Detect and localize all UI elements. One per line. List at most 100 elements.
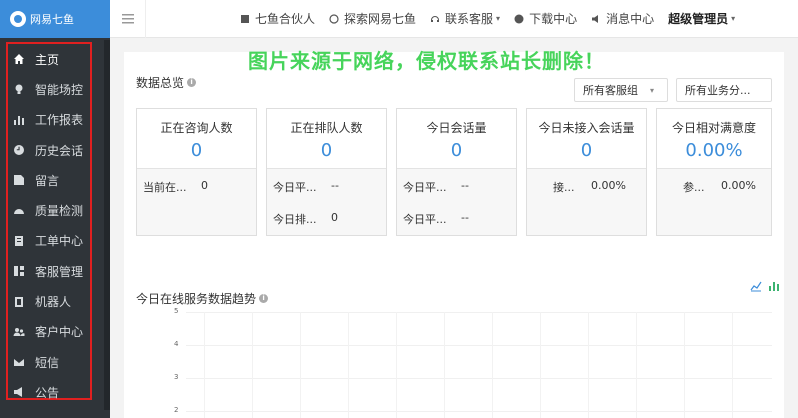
stat-card-title: 今日未接入会话量 bbox=[538, 121, 635, 135]
line-chart-icon[interactable] bbox=[750, 280, 762, 292]
download-link[interactable]: 下载中心 bbox=[514, 10, 577, 27]
vertical-grid-line bbox=[444, 312, 445, 418]
sidebar-item-tickets[interactable]: 工单中心 bbox=[8, 226, 90, 256]
sidebar-item-label: 公告 bbox=[35, 385, 60, 400]
info-icon[interactable]: i bbox=[187, 78, 197, 87]
chevron-down-icon: ▾ bbox=[650, 85, 655, 95]
business-select[interactable]: 所有业务分... bbox=[676, 78, 772, 102]
vertical-grid-line bbox=[252, 312, 253, 418]
stat-card-body: 当前在... 0 bbox=[137, 169, 256, 235]
vertical-grid-line bbox=[204, 312, 205, 418]
stat-card-title: 正在排队人数 bbox=[290, 121, 363, 135]
main-content: 数据总览 i 所有客服组 ▾ 所有业务分... 正在咨询人数 0 当前在... … bbox=[110, 38, 798, 418]
contact-dropdown[interactable]: 联系客服 ▾ bbox=[430, 10, 500, 27]
sidebar-item-robot[interactable]: 机器人 bbox=[8, 286, 90, 316]
sidebar-item-reports[interactable]: 工作报表 bbox=[8, 105, 90, 135]
stat-card-value: 0 bbox=[580, 140, 593, 161]
stat-card-title: 今日相对满意度 bbox=[671, 121, 756, 135]
bar-chart-icon bbox=[13, 114, 25, 126]
group-select[interactable]: 所有客服组 ▾ bbox=[574, 78, 668, 102]
admin-dropdown[interactable]: 超级管理员 ▾ bbox=[668, 10, 735, 27]
sidebar-item-label: 工单中心 bbox=[35, 234, 84, 249]
stat-card: 正在排队人数 0 今日平... -- 今日排... 0 bbox=[266, 108, 387, 236]
info-icon[interactable]: i bbox=[259, 294, 269, 303]
sidebar-item-customers[interactable]: 客户中心 bbox=[8, 317, 90, 347]
lightbulb-icon bbox=[13, 83, 25, 95]
stat-row-label: 今日平... bbox=[403, 181, 447, 194]
messages-link[interactable]: 消息中心 bbox=[591, 10, 654, 27]
watermark: 图片来源于网络，侵权联系站长删除！ bbox=[248, 49, 605, 73]
clock-icon bbox=[13, 144, 25, 156]
stat-card-value: 0 bbox=[450, 140, 463, 161]
sidebar-menu: 主页 智能场控 工作报表 历史会话 留言 质量检测 工单中心 客服管理 机器人 … bbox=[6, 42, 92, 400]
sidebar-item-home[interactable]: 主页 bbox=[8, 44, 90, 74]
sidebar-item-staff[interactable]: 客服管理 bbox=[8, 256, 90, 286]
explore-label: 探索网易七鱼 bbox=[344, 12, 417, 26]
sidebar-item-label: 客户中心 bbox=[35, 325, 84, 340]
overview-panel: 数据总览 i 所有客服组 ▾ 所有业务分... 正在咨询人数 0 当前在... … bbox=[124, 52, 784, 418]
stat-row-label: 参... bbox=[683, 181, 705, 194]
stat-card: 今日相对满意度 0.00% 参... 0.00% bbox=[656, 108, 772, 236]
sidebar-item-smart-control[interactable]: 智能场控 bbox=[8, 74, 90, 104]
sidebar-item-label: 历史会话 bbox=[35, 143, 84, 158]
vertical-grid-line bbox=[588, 312, 589, 418]
logo-text: 网易七鱼 bbox=[30, 13, 74, 26]
hamburger-icon bbox=[121, 13, 134, 23]
vertical-grid-line bbox=[636, 312, 637, 418]
vertical-grid-line bbox=[348, 312, 349, 418]
stat-row-value: -- bbox=[331, 179, 339, 192]
y-tick-label: 5 bbox=[174, 307, 179, 315]
download-icon bbox=[514, 14, 524, 23]
bar-chart-icon[interactable] bbox=[768, 280, 780, 292]
business-select-value: 所有业务分... bbox=[685, 84, 751, 97]
stat-card-value: 0 bbox=[190, 140, 203, 161]
megaphone-icon bbox=[13, 386, 25, 398]
chevron-down-icon: ▾ bbox=[731, 14, 736, 23]
menu-toggle-button[interactable] bbox=[110, 0, 146, 38]
partner-link[interactable]: 七鱼合伙人 bbox=[240, 10, 315, 27]
overview-title: 数据总览 i bbox=[136, 74, 197, 91]
group-select-value: 所有客服组 bbox=[583, 84, 638, 97]
speaker-icon bbox=[592, 14, 599, 23]
stat-row-label: 今日排... bbox=[273, 213, 317, 226]
dashboard-icon bbox=[13, 205, 25, 217]
stat-card: 正在咨询人数 0 当前在... 0 bbox=[136, 108, 257, 236]
users-icon bbox=[13, 326, 25, 338]
headset-icon bbox=[431, 15, 440, 22]
stat-card-head: 正在排队人数 0 bbox=[267, 109, 386, 169]
stat-card-value: 0.00% bbox=[685, 140, 743, 161]
vertical-grid-line bbox=[732, 312, 733, 418]
explore-link[interactable]: 探索网易七鱼 bbox=[329, 10, 416, 27]
stat-card-body: 今日平... -- 今日排... 0 bbox=[267, 169, 386, 235]
download-label: 下载中心 bbox=[529, 12, 578, 26]
sidebar-item-label: 质量检测 bbox=[35, 204, 84, 219]
stat-row-label: 今日平... bbox=[273, 181, 317, 194]
sidebar-item-history[interactable]: 历史会话 bbox=[8, 135, 90, 165]
sidebar-item-sms[interactable]: 短信 bbox=[8, 347, 90, 377]
stat-row-label: 接... bbox=[553, 181, 575, 194]
topbar: 七鱼合伙人 探索网易七鱼 联系客服 ▾ 下载中心 消息中心 超级管理员 ▾ bbox=[110, 0, 798, 38]
chevron-down-icon: ▾ bbox=[496, 14, 501, 23]
ticket-icon bbox=[13, 235, 25, 247]
grid-icon bbox=[13, 265, 25, 277]
sidebar-item-quality[interactable]: 质量检测 bbox=[8, 195, 90, 225]
sidebar-item-messages[interactable]: 留言 bbox=[8, 165, 90, 195]
stat-card-head: 正在咨询人数 0 bbox=[137, 109, 256, 169]
y-tick-label: 3 bbox=[174, 373, 179, 381]
stat-row-value: 0 bbox=[331, 211, 338, 224]
logo[interactable]: 网易七鱼 bbox=[0, 0, 110, 38]
sidebar-item-announcements[interactable]: 公告 bbox=[8, 377, 90, 407]
stat-row-value: 0.00% bbox=[591, 179, 626, 192]
stat-row-value: -- bbox=[461, 179, 469, 192]
stat-card-body: 接... 0.00% bbox=[527, 169, 646, 235]
y-tick-label: 4 bbox=[174, 340, 179, 348]
overview-title-text: 数据总览 bbox=[136, 76, 185, 90]
sidebar-item-label: 客服管理 bbox=[35, 264, 84, 279]
stat-card-value: 0 bbox=[320, 140, 333, 161]
stat-row-value: -- bbox=[461, 211, 469, 224]
compass-icon bbox=[329, 13, 339, 24]
envelope-icon bbox=[13, 356, 25, 368]
trend-title-text: 今日在线服务数据趋势 bbox=[136, 292, 257, 306]
stat-row-value: 0 bbox=[201, 179, 208, 192]
admin-label: 超级管理员 bbox=[668, 12, 729, 26]
